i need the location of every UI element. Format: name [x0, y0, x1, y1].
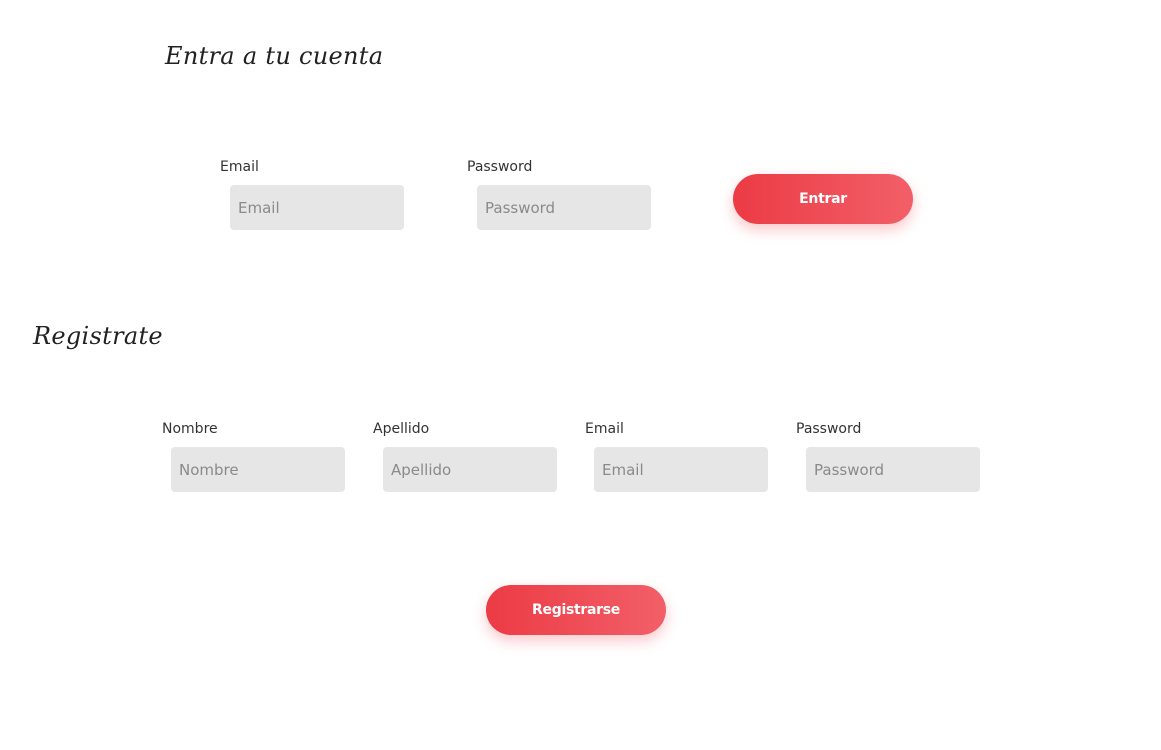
login-password-input[interactable]	[477, 185, 651, 230]
login-email-label: Email	[220, 159, 259, 175]
register-nombre-label: Nombre	[162, 421, 218, 437]
register-title: Registrate	[33, 322, 163, 350]
register-password-label: Password	[796, 421, 862, 437]
register-apellido-input[interactable]	[383, 447, 557, 492]
register-email-label: Email	[585, 421, 624, 437]
register-email-input[interactable]	[594, 447, 768, 492]
register-nombre-input[interactable]	[171, 447, 345, 492]
login-email-input[interactable]	[230, 185, 404, 230]
register-password-input[interactable]	[806, 447, 980, 492]
register-apellido-label: Apellido	[373, 421, 430, 437]
register-submit-button[interactable]: Registrarse	[486, 585, 666, 635]
login-submit-button[interactable]: Entrar	[733, 174, 913, 224]
login-password-label: Password	[467, 159, 533, 175]
login-title: Entra a tu cuenta	[165, 42, 384, 70]
